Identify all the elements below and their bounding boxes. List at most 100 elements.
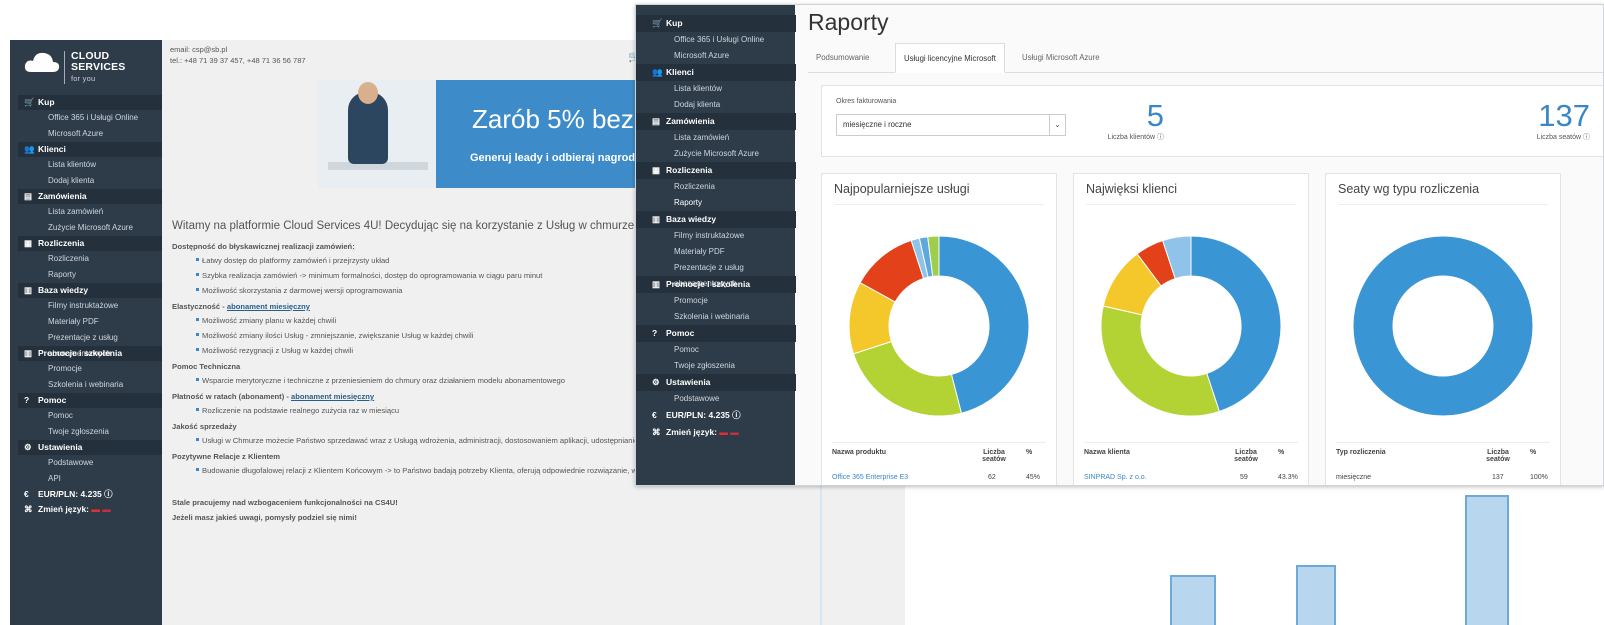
brand-name: CLOUD SERVICES for you bbox=[64, 51, 164, 84]
menu-section-ustawienia[interactable]: ⚙ Ustawienia bbox=[636, 374, 796, 391]
menu-item-pomoc[interactable]: Pomoc bbox=[22, 408, 162, 424]
menu-item-podstawowe[interactable]: Podstawowe bbox=[22, 455, 162, 471]
info-icon[interactable]: ⓘ bbox=[1583, 134, 1590, 141]
menu-item-rozliczenia[interactable]: Rozliczenia bbox=[646, 179, 796, 195]
menu-item-rozliczenia[interactable]: Rozliczenia bbox=[22, 251, 162, 267]
menu-item-szkolenia-i-webinaria[interactable]: Szkolenia i webinaria bbox=[22, 377, 162, 393]
building-shape bbox=[1465, 495, 1509, 625]
donut-chart bbox=[848, 235, 1030, 417]
menu-item-promocje[interactable]: Promocje bbox=[646, 293, 796, 309]
menu-section-baza-wiedzy[interactable]: ▥ Baza wiedzy bbox=[18, 283, 162, 298]
footer-note-1: Stale pracujemy nad wzbogaceniem funkcjo… bbox=[172, 498, 398, 507]
donut-slice[interactable] bbox=[1100, 305, 1220, 417]
menu-item-twoje-zgloszenia[interactable]: Twoje zgłoszenia bbox=[646, 358, 796, 374]
book-icon: ▥ bbox=[24, 285, 33, 295]
info-icon[interactable]: ⓘ bbox=[1157, 134, 1164, 141]
contact-header: email: csp@sb.pl tel.: +48 71 39 37 457,… bbox=[170, 44, 306, 66]
menu-item-zuzycie-microsoft-azure[interactable]: Zużycie Microsoft Azure bbox=[646, 146, 796, 162]
menu-item-podstawowe[interactable]: Podstawowe bbox=[646, 391, 796, 407]
menu-item-zuzycie-microsoft-azure[interactable]: Zużycie Microsoft Azure bbox=[22, 220, 162, 236]
footer-note-2: Jeżeli masz jakieś uwagi, pomysły podzie… bbox=[172, 513, 357, 522]
language-switcher[interactable]: ⌘ Zmień język: ▬ ▬ bbox=[18, 502, 162, 517]
menu-item-promocje[interactable]: Promocje bbox=[22, 361, 162, 377]
table-cell[interactable]: Office 365 Enterprise E3 bbox=[832, 474, 908, 481]
donut-slice[interactable] bbox=[1352, 235, 1534, 417]
menu-section-zamowienia[interactable]: ▤ Zamówienia bbox=[18, 189, 162, 204]
menu-item-api[interactable]: API bbox=[22, 471, 162, 487]
menu-item-filmy-instruktazowe[interactable]: Filmy instruktażowe bbox=[646, 228, 796, 244]
menu-section-zamowienia[interactable]: ▤ Zamówienia bbox=[636, 113, 796, 130]
menu-section-rozliczenia[interactable]: ▦ Rozliczenia bbox=[18, 236, 162, 251]
users-icon: 👥 bbox=[24, 144, 35, 154]
flag-uk-icon[interactable]: ▬ bbox=[728, 427, 739, 437]
menu-item-raporty[interactable]: Raporty bbox=[22, 267, 162, 283]
donut-chart bbox=[1100, 235, 1282, 417]
donut-slice[interactable] bbox=[852, 340, 962, 417]
panel-title: Najwięksi klienci bbox=[1086, 182, 1177, 196]
chevron-down-icon[interactable]: ⌄ bbox=[1049, 115, 1065, 135]
menu-section-promocje-i-szkolenia[interactable]: ▥ Promocje i szkolenia bbox=[18, 346, 162, 361]
table-cell[interactable]: miesięczne bbox=[1336, 474, 1371, 481]
flag-uk-icon[interactable]: ▬ bbox=[100, 504, 111, 514]
table-cell[interactable]: SINPRAD Sp. z o.o. bbox=[1084, 474, 1147, 481]
flag-pl-icon[interactable]: ▬ bbox=[717, 427, 728, 437]
info-icon[interactable]: ⓘ bbox=[102, 489, 113, 499]
menu-section-label: Baza wiedzy bbox=[38, 285, 89, 295]
menu-section-klienci[interactable]: 👥 Klienci bbox=[636, 64, 796, 81]
building-shape bbox=[1296, 565, 1336, 625]
language-switcher[interactable]: ⌘ Zmień język: ▬ ▬ bbox=[636, 424, 796, 441]
promo-banner[interactable]: Zarób 5% bez Generuj leady i odbieraj na… bbox=[318, 80, 648, 188]
menu-section-promocje-i-szkolenia[interactable]: ▥ Promocje i szkolenia bbox=[636, 276, 796, 293]
menu-item-raporty[interactable]: Raporty bbox=[646, 195, 796, 211]
menu-section-ustawienia[interactable]: ⚙ Ustawienia bbox=[18, 440, 162, 455]
menu-item-office-365-i-uslugi-online[interactable]: Office 365 i Usługi Online bbox=[646, 32, 796, 48]
menu-item-dodaj-klienta[interactable]: Dodaj klienta bbox=[22, 173, 162, 189]
table-cell: 137 bbox=[1492, 474, 1504, 481]
menu-item-materialy-pdf[interactable]: Materiały PDF bbox=[22, 314, 162, 330]
panel-divider bbox=[1086, 204, 1296, 205]
report-panel-seaty-wg-typu-rozliczenia: Seaty wg typu rozliczenia Typ rozliczenia… bbox=[1325, 173, 1561, 485]
menu-section-kup[interactable]: 🛒 Kup bbox=[636, 15, 796, 32]
menu-section-baza-wiedzy[interactable]: ▥ Baza wiedzy bbox=[636, 211, 796, 228]
billing-period-select[interactable]: miesięczne i roczne ⌄ bbox=[836, 114, 1066, 136]
section-link[interactable]: abonament miesięczny bbox=[227, 302, 310, 311]
menu-item-prezentacje-z-uslug-abonamentowych[interactable]: Prezentacje z usług abonamentowych bbox=[646, 260, 796, 288]
menu-section-kup[interactable]: 🛒 Kup bbox=[18, 95, 162, 110]
menu-item-lista-zamowien[interactable]: Lista zamówień bbox=[22, 204, 162, 220]
info-icon[interactable]: ⓘ bbox=[730, 410, 741, 420]
menu-section-label: Kup bbox=[666, 18, 683, 28]
section-link[interactable]: abonament miesięczny bbox=[291, 392, 374, 401]
menu-section-pomoc[interactable]: ? Pomoc bbox=[636, 325, 796, 342]
orders-icon: ▤ bbox=[24, 191, 33, 201]
flag-pl-icon[interactable]: ▬ bbox=[89, 504, 100, 514]
tab-uslugi-licencyjne-microsoft[interactable]: Usługi licencyjne Microsoft bbox=[895, 43, 1005, 73]
menu-item-lista-zamowien[interactable]: Lista zamówień bbox=[646, 130, 796, 146]
menu-item-twoje-zgloszenia[interactable]: Twoje zgłoszenia bbox=[22, 424, 162, 440]
menu-item-prezentacje-z-uslug-abonamentowych[interactable]: Prezentacje z usług abonamentowych bbox=[22, 330, 162, 358]
contact-phone: tel.: +48 71 39 37 457, +48 71 36 56 787 bbox=[170, 56, 306, 65]
menu-section-rozliczenia[interactable]: ▦ Rozliczenia bbox=[636, 162, 796, 179]
menu-item-office-365-i-uslugi-online[interactable]: Office 365 i Usługi Online bbox=[22, 110, 162, 126]
tab-podsumowanie[interactable]: Podsumowanie bbox=[808, 43, 877, 73]
menu-item-microsoft-azure[interactable]: Microsoft Azure bbox=[22, 126, 162, 142]
front-menu: 🛒 Kup Office 365 i Usługi Online Microsoft … bbox=[636, 15, 796, 441]
menu-item-lista-klientow[interactable]: Lista klientów bbox=[646, 81, 796, 97]
menu-item-dodaj-klienta[interactable]: Dodaj klienta bbox=[646, 97, 796, 113]
language-icon: ⌘ bbox=[24, 504, 33, 514]
menu-item-microsoft-azure[interactable]: Microsoft Azure bbox=[646, 48, 796, 64]
column-header: Typ rozliczenia bbox=[1336, 449, 1386, 456]
seats-caption-text: Liczba seatów bbox=[1536, 134, 1582, 141]
menu-item-materialy-pdf[interactable]: Materiały PDF bbox=[646, 244, 796, 260]
back-sidebar: CLOUD SERVICES for you 🛒 Kup Office 365 i U… bbox=[10, 40, 162, 625]
menu-item-lista-klientow[interactable]: Lista klientów bbox=[22, 157, 162, 173]
tab-uslugi-microsoft-azure[interactable]: Usługi Microsoft Azure bbox=[1014, 43, 1108, 73]
menu-section-klienci[interactable]: 👥 Klienci bbox=[18, 142, 162, 157]
menu-item-szkolenia-i-webinaria[interactable]: Szkolenia i webinaria bbox=[646, 309, 796, 325]
menu-item-filmy-instruktazowe[interactable]: Filmy instruktażowe bbox=[22, 298, 162, 314]
menu-item-pomoc[interactable]: Pomoc bbox=[646, 342, 796, 358]
currency-rate: € EUR/PLN: 4.235 ⓘ bbox=[636, 407, 796, 424]
clients-count: 5 bbox=[1146, 98, 1164, 133]
language-label: Zmień język: bbox=[38, 504, 90, 514]
column-header: Nazwa produktu bbox=[832, 449, 887, 456]
menu-section-pomoc[interactable]: ? Pomoc bbox=[18, 393, 162, 408]
